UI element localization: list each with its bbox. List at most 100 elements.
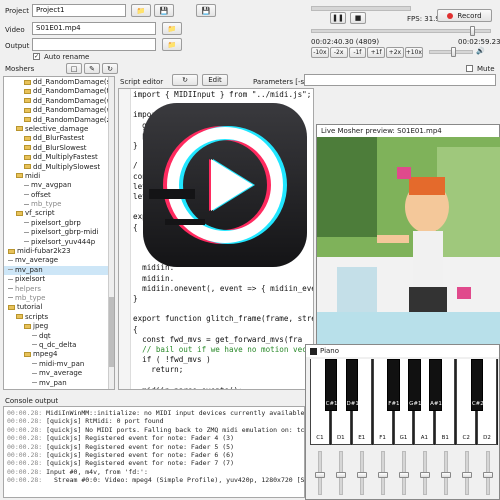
- tree-item-label: mv_average: [39, 369, 83, 378]
- tree-item[interactable]: mv_pan: [4, 265, 114, 276]
- open-output-button[interactable]: 📁: [162, 38, 182, 51]
- tree-item[interactable]: offset: [4, 191, 114, 200]
- tree-item[interactable]: selective_damage: [4, 125, 114, 134]
- tree-item[interactable]: pixelsort_gbrp-midi: [4, 228, 114, 237]
- mosher-add-button[interactable]: □: [66, 63, 82, 74]
- tree-item-label: jpeg: [33, 322, 49, 331]
- code-line: const fwd_mvs = get_forward_mvs(fra: [133, 334, 303, 344]
- piano-black-key[interactable]: F#1: [387, 359, 400, 411]
- tree-item[interactable]: dd_RandomDamage(zoo: [4, 116, 114, 125]
- save-icon: 💾: [159, 6, 169, 15]
- fader-thumb[interactable]: [378, 472, 389, 479]
- tree-item[interactable]: midi: [4, 172, 114, 181]
- pause-button[interactable]: ❚❚: [330, 12, 346, 24]
- stop-button[interactable]: ■: [350, 12, 366, 24]
- piano-black-key[interactable]: D#1: [345, 359, 359, 411]
- console-line: 00:00.28: [quickjs] Registered event for…: [7, 434, 301, 442]
- folder-icon: [24, 117, 31, 123]
- edit-script-button[interactable]: Edit: [202, 74, 228, 86]
- folder-icon: [24, 135, 31, 141]
- tree-item[interactable]: mv_pan: [4, 379, 114, 388]
- piano-black-key[interactable]: C#2: [470, 359, 484, 411]
- console-message: MidiInWinMM::initialize: no MIDI input d…: [46, 409, 305, 417]
- mute-checkbox[interactable]: [466, 65, 473, 72]
- record-button[interactable]: Record: [437, 9, 492, 22]
- tree-item-label: mv_avgpan: [31, 181, 72, 190]
- tree-item[interactable]: dd_BlurFastest: [4, 134, 114, 143]
- tree-item[interactable]: jpeg: [4, 322, 114, 331]
- speed-button-+10x[interactable]: +10x: [404, 47, 423, 58]
- folder-icon: [24, 164, 31, 170]
- tree-item[interactable]: midi-fubar2k23: [4, 247, 114, 256]
- parameters-field[interactable]: [304, 74, 496, 86]
- fps-readout: FPS: 31.9: [407, 15, 440, 23]
- preview-video: [317, 137, 500, 345]
- reload-script-button[interactable]: ↻: [172, 74, 198, 86]
- tree-item[interactable]: mv_avgpan: [4, 181, 114, 190]
- piano-black-key[interactable]: C#1: [324, 359, 338, 411]
- tree-item[interactable]: scripts: [4, 313, 114, 322]
- mosher-rename-button[interactable]: ✎: [84, 63, 100, 74]
- save-as-project-button[interactable]: 💾: [196, 4, 216, 17]
- output-field[interactable]: [32, 38, 156, 51]
- fader-thumb[interactable]: [440, 472, 451, 479]
- tree-item[interactable]: q_dc_delta: [4, 341, 114, 350]
- fader-thumb[interactable]: [399, 472, 409, 479]
- timeline-thumb[interactable]: [470, 26, 475, 36]
- tree-item[interactable]: dd_RandomDamage(sw: [4, 78, 114, 87]
- code-line: export function glitch_frame(frame, stre: [133, 314, 314, 324]
- tree-item[interactable]: pixelsort_yuv444p: [4, 238, 114, 247]
- tree-item[interactable]: dqt: [4, 332, 114, 341]
- tree-item[interactable]: mb_type: [4, 294, 114, 303]
- console-title: Console output: [5, 397, 59, 405]
- tree-item[interactable]: dd_RandomDamage(wa: [4, 106, 114, 115]
- tree-item[interactable]: dd_MultiplyFastest: [4, 153, 114, 162]
- folder-icon: [24, 351, 31, 357]
- project-field[interactable]: Project1: [32, 4, 126, 17]
- timeline-slider[interactable]: [311, 29, 491, 33]
- fader-thumb[interactable]: [315, 472, 326, 479]
- tree-item[interactable]: dd_RandomDamage(twi: [4, 87, 114, 96]
- console-message: [quickjs] No MIDI ports. Falling back to…: [46, 425, 305, 434]
- open-project-button[interactable]: 📁: [131, 4, 151, 17]
- speed-button--10x[interactable]: -10x: [311, 47, 329, 58]
- fader-thumb[interactable]: [357, 472, 368, 479]
- fader-thumb[interactable]: [482, 472, 493, 479]
- current-time: 00:02:40.30 (4809): [311, 38, 380, 46]
- video-field[interactable]: S01E01.mp4: [32, 22, 156, 35]
- tree-item[interactable]: helpers: [4, 285, 114, 294]
- tree-item[interactable]: mb_type: [4, 200, 114, 209]
- speed-button-+1f[interactable]: +1f: [367, 47, 385, 58]
- save-project-button[interactable]: 💾: [154, 4, 174, 17]
- fader-thumb[interactable]: [461, 472, 472, 479]
- tree-item[interactable]: mpeg4: [4, 350, 114, 359]
- tree-item[interactable]: pixelsort: [4, 275, 114, 284]
- open-video-button[interactable]: 📁: [162, 22, 182, 35]
- piano-black-key[interactable]: G#1: [408, 359, 422, 411]
- seek-bar[interactable]: [311, 6, 411, 11]
- tree-item[interactable]: dd_RandomDamage(wa: [4, 97, 114, 106]
- auto-rename-checkbox[interactable]: ✓: [33, 53, 40, 60]
- tree-item-label: dd_MultiplySlowest: [33, 162, 101, 171]
- tree-item[interactable]: vf_script: [4, 209, 114, 218]
- folder-icon: [24, 323, 31, 329]
- tree-item[interactable]: midi-mv_pan: [4, 360, 114, 369]
- tree-item[interactable]: dd_MultiplySlowest: [4, 163, 114, 172]
- volume-thumb[interactable]: [451, 47, 456, 57]
- tree-scrollbar-thumb[interactable]: [109, 297, 114, 367]
- mosher-refresh-button[interactable]: ↻: [102, 63, 118, 74]
- speed-button--2x[interactable]: -2x: [329, 47, 348, 58]
- mute-label: Mute: [477, 65, 495, 73]
- tree-item[interactable]: mv_average: [4, 369, 114, 378]
- fader-thumb[interactable]: [419, 472, 430, 479]
- speed-button--1f[interactable]: -1f: [348, 47, 367, 58]
- piano-black-key[interactable]: A#1: [429, 359, 442, 411]
- tree-scrollbar[interactable]: [108, 77, 114, 389]
- tree-item[interactable]: pixelsort_gbrp: [4, 219, 114, 228]
- tree-item[interactable]: tutorial: [4, 303, 114, 312]
- speed-button-+2x[interactable]: +2x: [386, 47, 404, 58]
- tree-item-label: mb_type: [15, 293, 46, 302]
- tree-item[interactable]: dd_BlurSlowest: [4, 144, 114, 153]
- fader-thumb[interactable]: [336, 472, 347, 479]
- tree-item[interactable]: mv_average: [4, 256, 114, 265]
